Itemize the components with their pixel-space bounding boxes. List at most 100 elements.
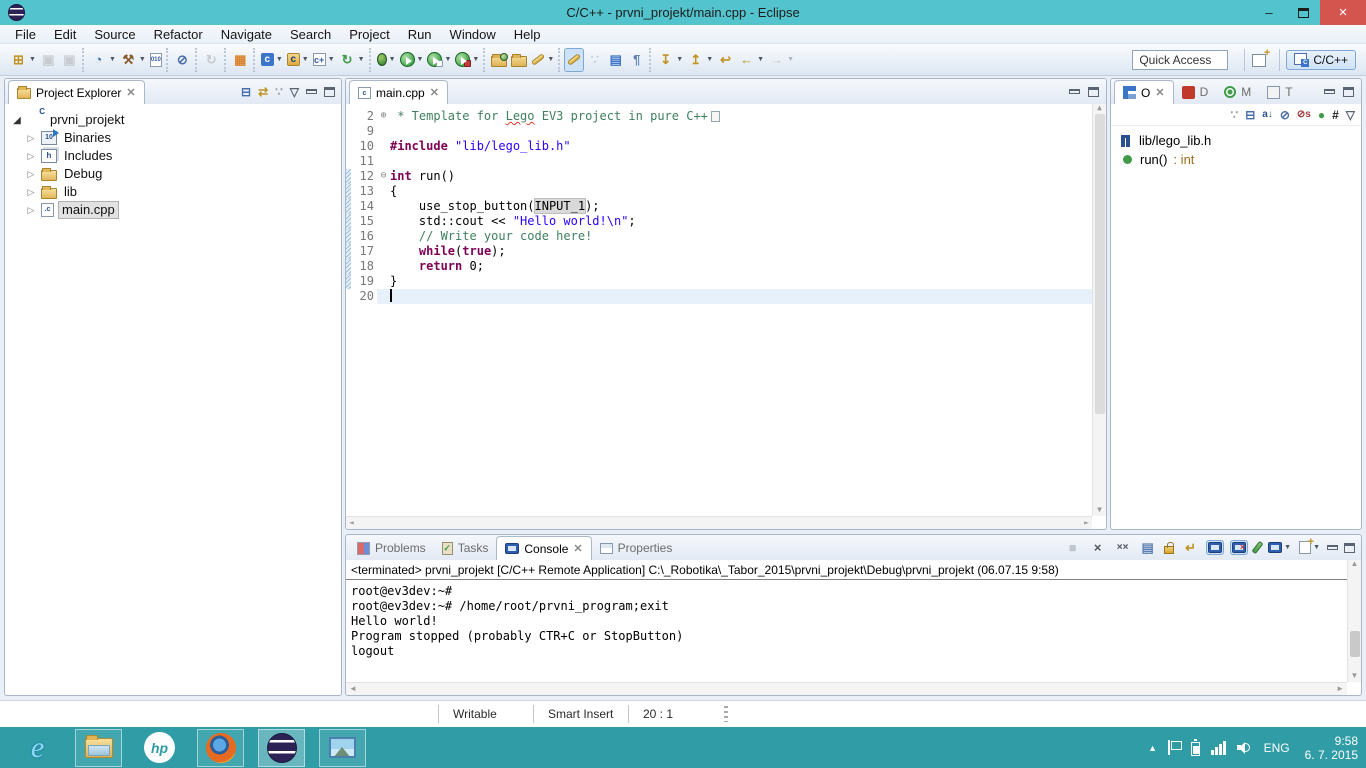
maximize-view-icon[interactable]: [1343, 87, 1354, 97]
line-number[interactable]: 12: [351, 169, 377, 184]
menu-run[interactable]: Run: [399, 25, 441, 44]
code-text[interactable]: int run(): [390, 169, 1092, 184]
code-text[interactable]: return 0;: [390, 259, 1092, 274]
code-text[interactable]: }: [390, 274, 1092, 289]
line-number[interactable]: 18: [351, 259, 377, 274]
tab-main-cpp[interactable]: c main.cpp ✕: [349, 80, 448, 104]
expand-arrow-icon[interactable]: ▷: [25, 169, 37, 180]
scroll-right-icon[interactable]: ►: [1336, 685, 1344, 693]
tab-properties[interactable]: Properties: [592, 536, 681, 560]
console-vertical-scrollbar[interactable]: ▲ ▼: [1347, 560, 1361, 682]
hide-non-public-button[interactable]: ●: [1318, 108, 1325, 122]
show-selected-element-button[interactable]: [605, 48, 626, 72]
profile-run-button[interactable]: ▼: [453, 48, 481, 72]
terminate-button[interactable]: [1063, 538, 1082, 557]
open-perspective-button[interactable]: [1251, 51, 1269, 69]
pin-console-button[interactable]: [1254, 540, 1261, 555]
maximize-view-icon[interactable]: [1088, 87, 1099, 97]
minimize-view-icon[interactable]: [1324, 89, 1335, 94]
open-element-button[interactable]: [489, 48, 509, 72]
scroll-down-icon[interactable]: ▼: [1351, 672, 1359, 680]
battery-icon[interactable]: [1191, 742, 1200, 756]
code-text[interactable]: [390, 154, 1092, 169]
scroll-up-icon[interactable]: ▲: [1351, 560, 1359, 568]
status-drag-handle[interactable]: [724, 706, 728, 722]
hide-static-button[interactable]: ⊘s: [1297, 109, 1311, 120]
binary-file-button[interactable]: 010: [148, 48, 164, 72]
menu-file[interactable]: File: [6, 25, 45, 44]
taskbar-internet-explorer[interactable]: e: [14, 729, 61, 767]
code-line-10[interactable]: 10 #include "lib/lego_lib.h": [346, 139, 1092, 154]
goto-marker-button[interactable]: ▼: [685, 48, 715, 72]
menu-source[interactable]: Source: [85, 25, 144, 44]
code-text[interactable]: std::cout << "Hello world!\n";: [390, 214, 1092, 229]
scroll-right-icon[interactable]: ►: [1084, 519, 1089, 527]
code-line-15[interactable]: 15 std::cout << "Hello world!\n";: [346, 214, 1092, 229]
menu-navigate[interactable]: Navigate: [212, 25, 281, 44]
close-icon[interactable]: ✕: [1155, 86, 1164, 99]
code-line-13[interactable]: 13{: [346, 184, 1092, 199]
tree-item-lib[interactable]: ▷lib: [11, 183, 341, 201]
new-cpp-class-button[interactable]: c+▼: [311, 48, 337, 72]
sort-button[interactable]: a↓: [1262, 109, 1273, 120]
code-line-2[interactable]: 2⊕ * Template for Lego EV3 project in pu…: [346, 109, 1092, 124]
dropdown-arrow-icon[interactable]: ▼: [787, 56, 794, 63]
close-icon[interactable]: ✕: [430, 86, 439, 99]
code-line-17[interactable]: 17 while(true);: [346, 244, 1092, 259]
dropdown-arrow-icon[interactable]: ▼: [358, 56, 365, 63]
quick-access-input[interactable]: Quick Access: [1132, 50, 1228, 70]
dropdown-arrow-icon[interactable]: ▼: [472, 56, 479, 63]
run-button[interactable]: ▼: [398, 48, 426, 72]
dropdown-arrow-icon[interactable]: ▼: [444, 56, 451, 63]
view-menu-button[interactable]: ▽: [1346, 108, 1355, 122]
code-text[interactable]: [390, 289, 1092, 304]
code-text[interactable]: #include "lib/lego_lib.h": [390, 139, 1092, 154]
expand-arrow-icon[interactable]: ▷: [25, 205, 37, 216]
display-selected-console-button[interactable]: ▼: [1267, 541, 1292, 554]
view-menu-button[interactable]: ▽: [290, 85, 299, 99]
fold-marker[interactable]: ⊕: [377, 109, 390, 124]
taskbar-file-explorer[interactable]: [75, 729, 122, 767]
expand-arrow-icon[interactable]: ▷: [25, 151, 37, 162]
line-number[interactable]: 17: [351, 244, 377, 259]
open-file-button[interactable]: [509, 48, 529, 72]
line-number[interactable]: 9: [351, 124, 377, 139]
dropdown-arrow-icon[interactable]: ▼: [706, 56, 713, 63]
new-c-file-button[interactable]: c▼: [259, 48, 285, 72]
minimize-view-icon[interactable]: [1069, 89, 1080, 94]
tree-item-debug[interactable]: ▷Debug: [11, 165, 341, 183]
menu-project[interactable]: Project: [340, 25, 398, 44]
dropdown-arrow-icon[interactable]: ▼: [547, 56, 554, 63]
expand-arrow-icon[interactable]: ▷: [25, 187, 37, 198]
line-number[interactable]: 15: [351, 214, 377, 229]
minimize-button[interactable]: –: [1252, 0, 1286, 25]
dropdown-arrow-icon[interactable]: ▼: [389, 56, 396, 63]
build-grid-button[interactable]: [230, 48, 251, 72]
clock[interactable]: 9:58 6. 7. 2015: [1301, 734, 1358, 762]
line-number[interactable]: 10: [351, 139, 377, 154]
dropdown-arrow-icon[interactable]: ▼: [417, 56, 424, 63]
code-line-16[interactable]: 16 // Write your code here!: [346, 229, 1092, 244]
dropdown-arrow-icon[interactable]: ▼: [276, 56, 283, 63]
show-hidden-icons-icon[interactable]: ▲: [1148, 743, 1157, 753]
editor-vertical-scrollbar[interactable]: ▲ ▼: [1092, 104, 1106, 516]
tree-item-binaries[interactable]: ▷10Binaries: [11, 129, 341, 147]
code-text[interactable]: [390, 124, 1092, 139]
dropdown-arrow-icon[interactable]: ▼: [328, 56, 335, 63]
scroll-up-icon[interactable]: ▲: [1097, 104, 1102, 112]
debug-button[interactable]: ▼: [375, 48, 398, 72]
close-icon[interactable]: ✕: [126, 86, 135, 99]
collapse-all-button[interactable]: ⊟: [1245, 108, 1255, 122]
line-number[interactable]: 14: [351, 199, 377, 214]
expand-arrow-icon[interactable]: ▷: [25, 133, 37, 144]
tab-problems[interactable]: Problems: [349, 536, 434, 560]
code-line-20[interactable]: 20: [346, 289, 1092, 304]
code-line-19[interactable]: 19}: [346, 274, 1092, 289]
minimize-view-icon[interactable]: [1327, 545, 1338, 550]
scrollbar-thumb[interactable]: [1095, 114, 1105, 414]
scroll-left-icon[interactable]: ◄: [349, 685, 357, 693]
refresh-button[interactable]: [201, 48, 222, 72]
close-button[interactable]: ×: [1320, 0, 1366, 25]
outline-item-run-[interactable]: run() : int: [1121, 150, 1361, 169]
perspective-cpp-button[interactable]: C/C++: [1286, 50, 1356, 70]
